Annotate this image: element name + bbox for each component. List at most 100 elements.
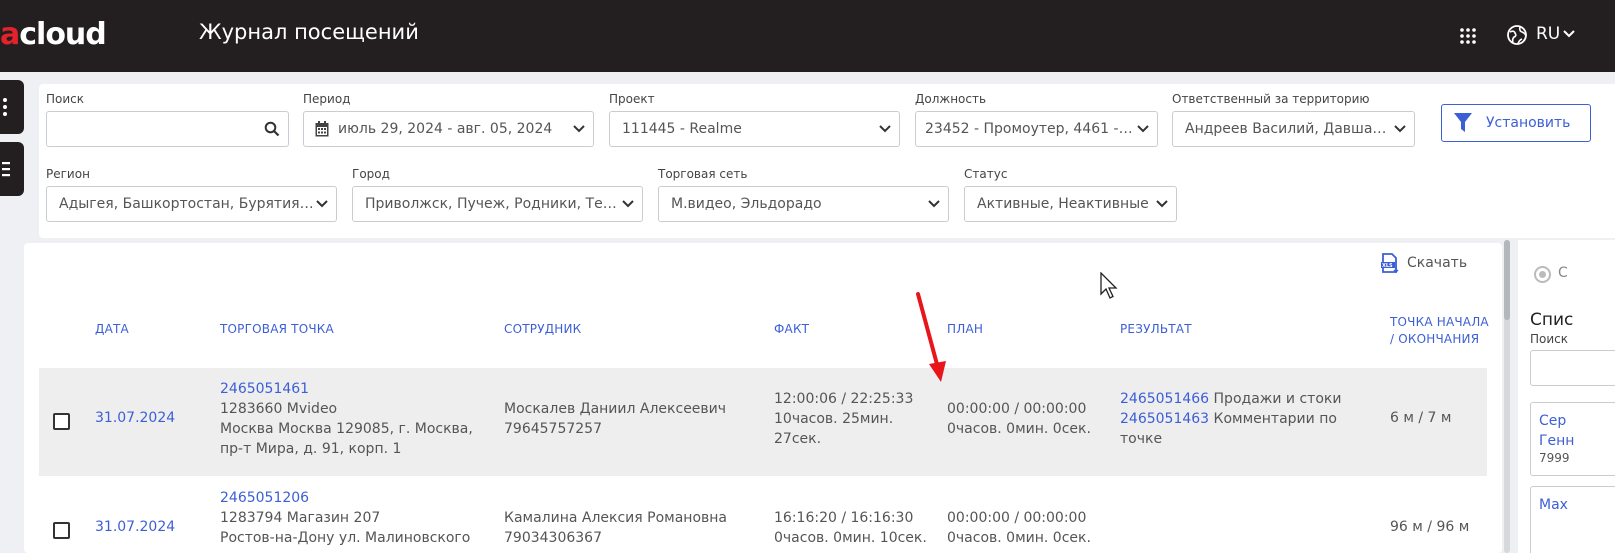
radio-option[interactable] <box>1534 266 1551 283</box>
apply-label: Установить <box>1486 115 1571 131</box>
result-id-link[interactable]: 2465051463 <box>1120 411 1209 427</box>
row-plan: 00:00:00 / 00:00:00 0часов. 0мин. 0сек. <box>947 401 1091 437</box>
result-id-link[interactable]: 2465051466 <box>1120 391 1209 407</box>
top-bar: a cloud Журнал посещений RU <box>0 0 1615 72</box>
position-select[interactable]: 23452 - Промоутер, 4461 - К... <box>915 111 1158 147</box>
employee-card[interactable]: Сер Генн 7999 <box>1530 402 1615 476</box>
chevron-down-icon <box>928 200 940 208</box>
chevron-down-icon <box>1137 125 1149 133</box>
svg-text:XLS: XLS <box>1382 263 1393 269</box>
store-id-link[interactable]: 2465051461 <box>220 379 473 399</box>
apply-filters-button[interactable]: Установить <box>1441 104 1591 142</box>
xls-file-icon: XLS <box>1381 253 1399 273</box>
language-selector[interactable]: RU <box>1536 24 1575 44</box>
employee-card[interactable]: Мах <box>1530 486 1615 553</box>
filter-label: Должность <box>915 92 987 106</box>
column-header-date[interactable]: ДАТА <box>95 321 129 338</box>
chain-value: М.видео, Эльдорадо <box>671 196 822 212</box>
radio-label: С <box>1558 265 1568 281</box>
row-employee: Камалина Алексия Романовна 79034306367 <box>504 510 728 546</box>
dots-vertical-icon <box>3 98 7 116</box>
search-label: Поиск <box>1530 332 1569 346</box>
city-select[interactable]: Приволжск, Пучеж, Родники, Тейко... <box>352 186 643 222</box>
column-header-result[interactable]: РЕЗУЛЬТАТ <box>1120 321 1192 338</box>
download-label: Скачать <box>1407 255 1468 271</box>
language-label: RU <box>1536 24 1561 44</box>
row-store: 2465051461 1283660 Mvideo Москва Москва … <box>220 379 473 457</box>
list-title: Спис <box>1530 310 1574 330</box>
column-header-store[interactable]: ТОРГОВАЯ ТОЧКА <box>220 321 334 338</box>
filter-period: Период июль 29, 2024 - авг. 05, 2024 <box>303 92 594 147</box>
chevron-down-icon <box>573 125 585 133</box>
logo-accent: a <box>0 16 20 52</box>
store-id-link[interactable]: 2465051206 <box>220 488 470 508</box>
search-input[interactable] <box>46 111 289 147</box>
filter-label: Регион <box>46 167 90 181</box>
filter-chain: Торговая сеть М.видео, Эльдорадо <box>658 167 949 222</box>
city-value: Приволжск, Пучеж, Родники, Тейко... <box>365 196 622 212</box>
row-plan: 00:00:00 / 00:00:00 0часов. 0мин. 0сек. <box>947 510 1091 546</box>
row-fact: 12:00:06 / 22:25:33 10часов. 25мин. 27се… <box>774 391 914 447</box>
position-value: 23452 - Промоутер, 4461 - К... <box>925 121 1137 137</box>
column-header-point[interactable]: ТОЧКА НАЧАЛА / ОКОНЧАНИЯ <box>1390 314 1489 348</box>
side-menu-button[interactable] <box>0 80 24 134</box>
filter-project: Проект 111445 - Realme <box>609 92 900 147</box>
row-checkbox[interactable] <box>53 413 70 430</box>
row-point: 6 м / 7 м <box>1390 410 1452 426</box>
download-button[interactable]: XLS Скачать <box>1381 253 1467 273</box>
filter-position: Должность 23452 - Промоутер, 4461 - К... <box>915 92 1158 147</box>
chevron-down-icon <box>622 200 634 208</box>
globe-icon[interactable] <box>1506 24 1528 46</box>
row-employee: Москалев Даниил Алексеевич 79645757257 <box>504 401 727 437</box>
list-icon <box>2 162 10 177</box>
chevron-down-icon <box>1563 30 1575 38</box>
row-store: 2465051206 1283794 Магазин 207 Ростов-на… <box>220 488 471 546</box>
scrollbar-thumb[interactable] <box>1504 240 1510 320</box>
filter-status: Статус Активные, Неактивные <box>964 167 1177 222</box>
row-point: 96 м / 96 м <box>1390 519 1470 535</box>
responsible-select[interactable]: Андреев Василий, Давшан ... <box>1172 111 1415 147</box>
column-header-employee[interactable]: СОТРУДНИК <box>504 321 581 338</box>
responsible-value: Андреев Василий, Давшан ... <box>1185 121 1394 137</box>
column-header-fact[interactable]: ФАКТ <box>774 321 809 338</box>
side-list-button[interactable] <box>0 142 24 196</box>
search-icon[interactable] <box>264 121 280 137</box>
annotation-arrow-icon <box>916 292 946 382</box>
chevron-down-icon <box>879 125 891 133</box>
filter-label: Торговая сеть <box>658 167 748 181</box>
filter-label: Проект <box>609 92 655 106</box>
status-value: Активные, Неактивные <box>977 196 1149 212</box>
filter-search: Поиск <box>46 92 289 147</box>
chevron-down-icon <box>1156 200 1168 208</box>
filter-label: Поиск <box>46 92 85 106</box>
chevron-down-icon <box>316 200 328 208</box>
calendar-icon <box>315 121 329 137</box>
apps-grid-icon[interactable] <box>1459 27 1477 45</box>
row-date[interactable]: 31.07.2024 <box>95 517 175 537</box>
status-select[interactable]: Активные, Неактивные <box>964 186 1177 222</box>
row-checkbox[interactable] <box>53 522 70 539</box>
row-date[interactable]: 31.07.2024 <box>95 408 175 428</box>
period-picker[interactable]: июль 29, 2024 - авг. 05, 2024 <box>303 111 594 147</box>
filter-funnel-icon <box>1454 113 1472 132</box>
period-value: июль 29, 2024 - авг. 05, 2024 <box>338 121 553 137</box>
region-select[interactable]: Адыгея, Башкортостан, Бурятия, А... <box>46 186 337 222</box>
filter-label: Период <box>303 92 351 106</box>
project-select[interactable]: 111445 - Realme <box>609 111 900 147</box>
chain-select[interactable]: М.видео, Эльдорадо <box>658 186 949 222</box>
chevron-down-icon <box>1394 125 1406 133</box>
table-scrollbar[interactable] <box>1504 240 1510 553</box>
filter-responsible: Ответственный за территорию Андреев Васи… <box>1172 92 1415 147</box>
filter-label: Город <box>352 167 390 181</box>
logo[interactable]: a cloud <box>0 14 107 54</box>
employee-search-input[interactable] <box>1530 350 1615 386</box>
right-panel: С Спис Поиск Сер Генн 7999 Мах <box>1518 240 1615 553</box>
page-title: Журнал посещений <box>199 20 419 44</box>
filter-label: Ответственный за территорию <box>1172 92 1370 106</box>
project-value: 111445 - Realme <box>622 121 742 137</box>
filter-region: Регион Адыгея, Башкортостан, Бурятия, А.… <box>46 167 337 222</box>
filter-city: Город Приволжск, Пучеж, Родники, Тейко..… <box>352 167 643 222</box>
row-fact: 16:16:20 / 16:16:30 0часов. 0мин. 10сек. <box>774 510 927 546</box>
mouse-cursor-icon <box>1100 272 1118 299</box>
row-result: 2465051466 Продажи и стоки 2465051463 Ко… <box>1120 391 1342 447</box>
